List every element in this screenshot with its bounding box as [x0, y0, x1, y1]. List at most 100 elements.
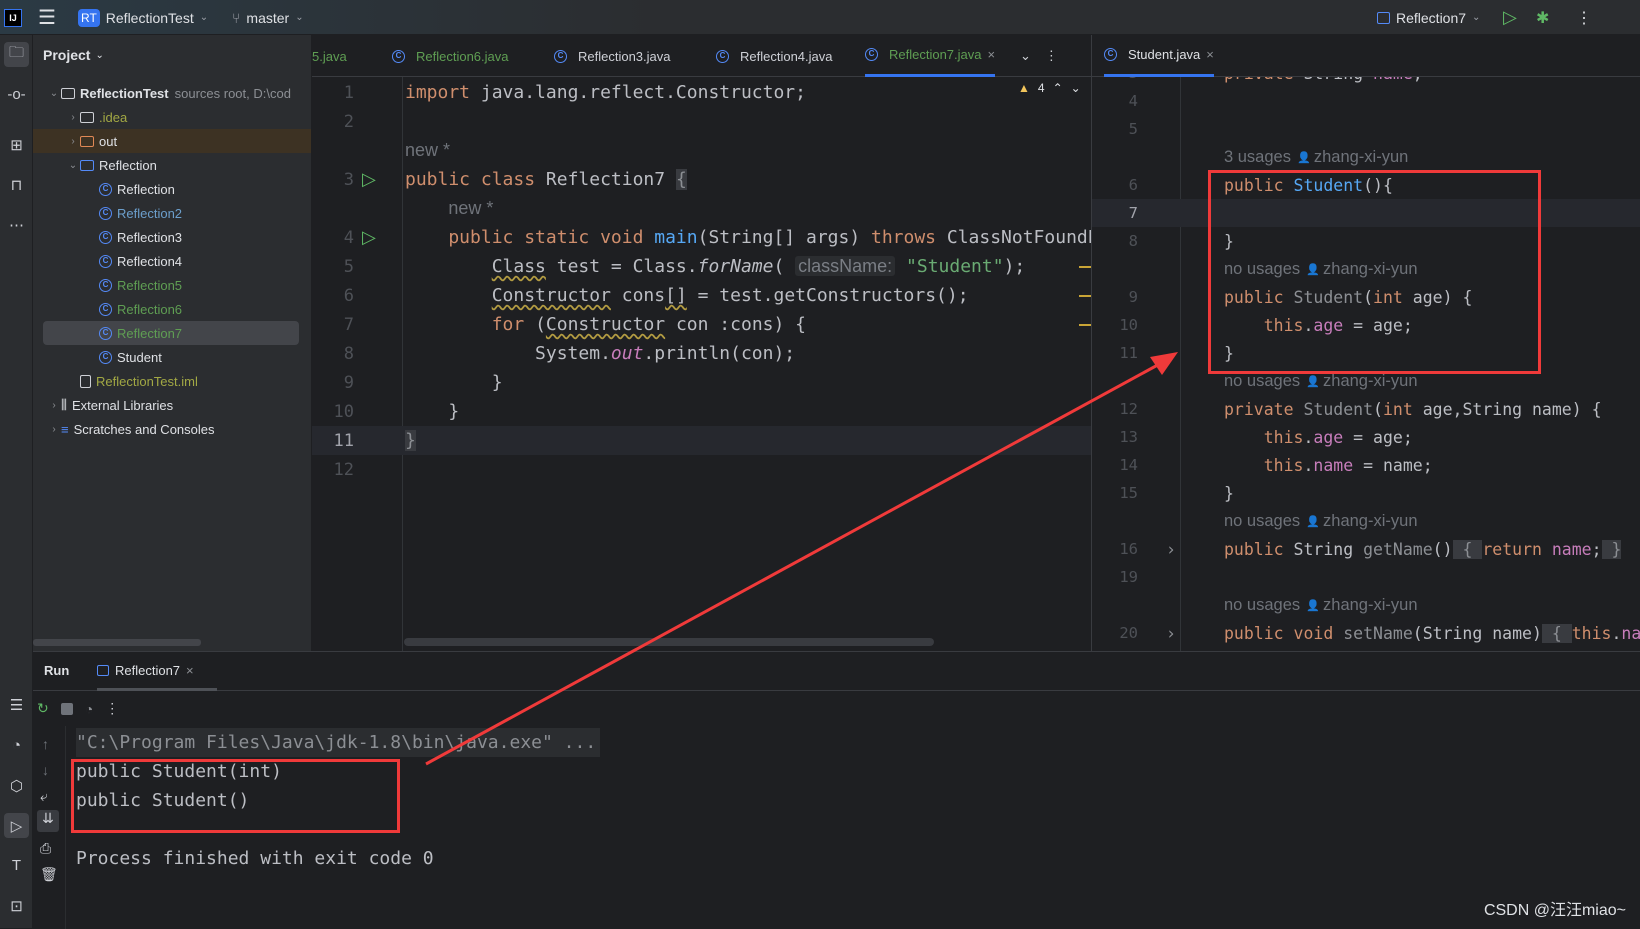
close-icon[interactable]: × — [988, 47, 996, 62]
branch-name: master — [246, 9, 290, 26]
tree-item-label: Reflection6 — [117, 301, 183, 317]
soft-wrap-icon[interactable]: ⤶ — [40, 788, 48, 805]
author-hint[interactable]: zhang-xi-yun — [1314, 148, 1408, 167]
stop-icon[interactable] — [60, 702, 73, 715]
horizontal-scrollbar[interactable] — [33, 639, 201, 646]
tree-item[interactable]: › .idea — [33, 105, 311, 129]
code-text: } — [1224, 232, 1234, 251]
editor-tab[interactable]: C Reflection6.java — [392, 35, 509, 77]
project-selector[interactable]: RT ReflectionTest ⌄ — [78, 0, 208, 35]
tree-item[interactable]: › ⫼ External Libraries — [33, 393, 311, 417]
class-icon: C — [99, 182, 112, 196]
chevron-down-icon[interactable]: ⌄ — [66, 160, 80, 171]
tree-item[interactable]: C Reflection3 — [33, 225, 311, 249]
run-tab-reflection7[interactable]: Reflection7 × — [97, 652, 217, 691]
inlay-text: no usages — [1224, 259, 1301, 278]
line-number: 8 — [1128, 232, 1138, 250]
tree-item[interactable]: › out — [33, 129, 311, 153]
line-number: 4 — [343, 227, 354, 248]
inlay-hint: new * — [312, 136, 1091, 165]
fold-chevron-icon[interactable]: › — [1166, 624, 1176, 643]
editor-tab[interactable]: C Reflection4.java — [716, 35, 833, 77]
author-hint[interactable]: zhang-xi-yun — [1323, 512, 1417, 531]
structure-icon[interactable]: ⊞ — [4, 132, 29, 157]
services-icon[interactable]: ⬡ — [4, 773, 29, 798]
chevron-down-icon[interactable]: ⌄ — [1020, 48, 1031, 64]
author-hint[interactable]: zhang-xi-yun — [1323, 260, 1417, 279]
chevron-right-icon[interactable]: › — [47, 424, 61, 435]
print-icon[interactable]: ⎙ — [40, 840, 51, 857]
tree-item[interactable]: C Reflection4 — [33, 249, 311, 273]
code-token: private — [1224, 77, 1303, 83]
run-tool-icon[interactable]: ▷ — [4, 813, 29, 838]
code-token: name — [1621, 623, 1640, 643]
fold-chevron-icon[interactable]: › — [1166, 540, 1176, 559]
tree-item-label: Reflection7 — [117, 325, 183, 341]
scroll-to-end-icon[interactable]: ⇊ — [37, 810, 59, 832]
tree-item[interactable]: C Student — [33, 345, 311, 369]
chevron-right-icon[interactable]: › — [66, 136, 80, 147]
more-icon[interactable]: ⋮ — [105, 700, 119, 717]
todo-icon[interactable]: ☰ — [4, 692, 29, 717]
rerun-icon[interactable]: ↻ — [37, 700, 49, 717]
terminal-icon[interactable]: ⊡ — [4, 893, 29, 918]
code-token: ( — [773, 256, 796, 277]
tree-item[interactable]: ⌄ Reflection — [33, 153, 311, 177]
tree-item[interactable]: › ≡ Scratches and Consoles — [33, 417, 311, 441]
editor-tab[interactable]: C Reflection3.java — [554, 35, 671, 77]
tree-item[interactable]: C Reflection2 — [33, 201, 311, 225]
code-token: Reflection7 — [545, 169, 676, 190]
more-icon[interactable]: ⋮ — [1045, 48, 1058, 64]
arrow-down-icon[interactable]: ↓ — [42, 762, 49, 778]
line-number: 10 — [333, 401, 354, 422]
code-text: this.name = name; — [1224, 456, 1433, 475]
line-number: 11 — [333, 430, 354, 451]
code-token: getName — [1363, 539, 1433, 559]
close-icon[interactable]: × — [186, 663, 194, 678]
author-hint[interactable]: zhang-xi-yun — [1323, 372, 1417, 391]
arrow-up-icon[interactable]: ↑ — [42, 736, 49, 752]
editor-tab[interactable]: 5.java — [312, 35, 347, 77]
tree-item[interactable]: C Reflection — [33, 177, 311, 201]
tree-item[interactable]: ReflectionTest.iml — [33, 369, 311, 393]
more-tools-icon[interactable]: ⋯ — [4, 212, 29, 237]
profiler-icon[interactable]: ◔ — [4, 733, 29, 758]
editor-reflection7[interactable]: ▲ 4 ⌃ ⌄ 1 import java.lang.reflect.Construct… — [312, 77, 1091, 651]
chevron-right-icon[interactable]: › — [47, 400, 61, 411]
project-panel-header[interactable]: Project ⌄ — [43, 35, 104, 75]
tree-item[interactable]: C Reflection7 — [43, 321, 299, 345]
author-hint[interactable]: zhang-xi-yun — [1323, 596, 1417, 615]
editor-tab[interactable]: C Student.java × — [1104, 35, 1214, 77]
code-text: } — [405, 401, 459, 422]
code-text: System.out.println(con); — [405, 343, 795, 364]
build-icon[interactable]: T — [4, 853, 29, 878]
folder-icon[interactable]: 🗀 — [4, 42, 29, 67]
close-icon[interactable]: × — [1206, 47, 1214, 62]
file-icon — [80, 374, 91, 388]
debug-icon[interactable]: ✱ — [1536, 0, 1549, 35]
more-icon[interactable]: ⋮ — [1576, 0, 1592, 35]
run-gutter-icon[interactable]: ▷ — [362, 227, 376, 248]
bookmark-icon[interactable]: ⊓ — [4, 172, 29, 197]
run-config-selector[interactable]: Reflection7 ⌄ — [1377, 0, 1480, 35]
run-gutter-icon[interactable]: ▷ — [362, 169, 376, 190]
editor-student[interactable]: 3 private String name; 4 5 3 usages 👤 zhang-… — [1091, 77, 1640, 651]
main-menu-icon[interactable]: ☰ — [38, 0, 56, 35]
tree-item[interactable]: ⌄ ReflectionTest sources root, D:\cod — [33, 81, 311, 105]
tree-item[interactable]: C Reflection6 — [33, 297, 311, 321]
branch-selector[interactable]: ⑂ master ⌄ — [232, 0, 304, 35]
chevron-down-icon[interactable]: ⌄ — [47, 88, 61, 99]
trash-icon[interactable]: 🗑 — [40, 866, 58, 883]
run-icon[interactable]: ▷ — [1503, 0, 1517, 35]
code-text: for (Constructor con :cons) { — [405, 314, 806, 335]
tree-item[interactable]: C Reflection5 — [33, 273, 311, 297]
coverage-icon[interactable]: ◔ — [85, 701, 93, 717]
code-token: age,String name) { — [1422, 399, 1602, 419]
chevron-right-icon[interactable]: › — [66, 112, 80, 123]
app-logo-icon[interactable]: IJ — [4, 0, 22, 35]
commit-icon[interactable]: -o- — [4, 82, 29, 107]
horizontal-scrollbar[interactable] — [404, 638, 934, 646]
editor-tab[interactable]: C Reflection7.java × — [865, 35, 996, 77]
tree-item-label: Reflection — [117, 181, 175, 197]
